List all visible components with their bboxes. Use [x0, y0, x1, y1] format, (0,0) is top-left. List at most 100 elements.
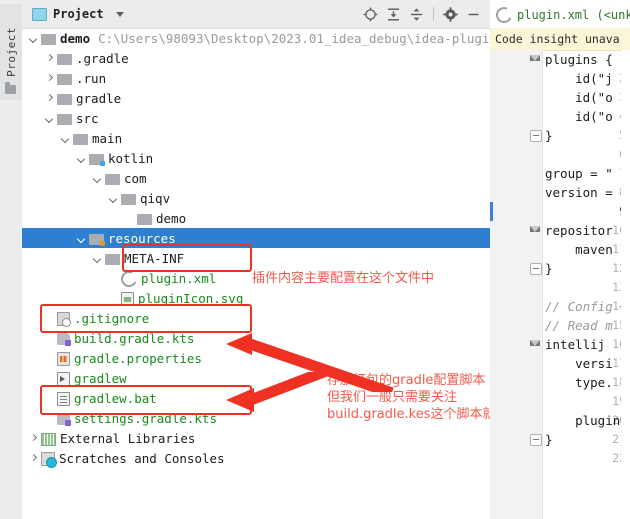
tool-tab-project-label: Project — [4, 27, 18, 77]
project-title-group[interactable]: Project — [32, 7, 124, 21]
collapse-all-icon[interactable] — [406, 4, 427, 25]
tree-arrow-spacer — [44, 353, 55, 364]
code-line: id("j — [545, 71, 613, 86]
code-insight-banner: Code insight unava — [490, 28, 630, 51]
code-line: versi — [545, 356, 613, 371]
tree-row[interactable]: com — [22, 168, 490, 188]
tree-row-label: src — [76, 110, 99, 126]
xml-plugin-icon — [493, 4, 515, 26]
folder-module-icon — [41, 33, 56, 45]
tree-row[interactable]: .run — [22, 68, 490, 88]
code-line: type. — [545, 375, 613, 390]
gear-icon[interactable] — [440, 4, 461, 25]
editor-scrollbar[interactable] — [621, 50, 630, 519]
tree-row[interactable]: gradle.properties — [22, 348, 490, 368]
tree-row[interactable]: main — [22, 128, 490, 148]
tree-row-label: .run — [76, 70, 107, 86]
tree-row[interactable]: Scratches and Consoles — [22, 448, 490, 468]
fold-expanded-icon[interactable] — [530, 54, 540, 64]
tree-row[interactable]: META-INF — [22, 248, 490, 268]
xml-plugin-icon — [118, 268, 140, 289]
chevron-right-icon[interactable] — [28, 453, 39, 464]
tree-row[interactable]: External Libraries — [22, 428, 490, 448]
tree-row-label: External Libraries — [60, 430, 196, 446]
svg-image-icon — [121, 291, 134, 306]
minimize-icon[interactable] — [463, 4, 484, 25]
annotation-gradle-line2: 但我们一般只需要关注 — [327, 390, 458, 405]
fold-expanded-icon[interactable] — [530, 339, 540, 349]
tree-row[interactable]: kotlin — [22, 148, 490, 168]
annotation-plugin-xml-text: 插件内容主要配置在这个文件中 — [252, 271, 435, 286]
tree-row[interactable]: pluginIcon.svg — [22, 288, 490, 308]
fold-collapse-icon[interactable] — [530, 434, 542, 446]
tree-row[interactable]: build.gradle.kts — [22, 328, 490, 348]
code-line: } — [545, 261, 553, 276]
fold-collapse-icon[interactable] — [530, 263, 542, 275]
code-editor: plugin.xml (<unk Code insight unava 1plu… — [490, 0, 630, 519]
tree-row-label: kotlin — [108, 150, 154, 166]
expand-all-icon[interactable] — [383, 4, 404, 25]
tree-row[interactable]: src — [22, 108, 490, 128]
chevron-down-icon[interactable] — [44, 113, 55, 124]
caret-line-marker — [490, 202, 493, 221]
tree-arrow-spacer — [44, 413, 55, 424]
tool-window-strip: Project — [0, 0, 24, 519]
tree-row-label: gradlew.bat — [74, 390, 157, 406]
tree-row[interactable]: gradle — [22, 88, 490, 108]
chevron-down-icon[interactable] — [92, 253, 103, 264]
folder-icon — [137, 213, 152, 225]
code-line: // Read m — [545, 318, 613, 333]
chevron-down-icon[interactable] — [76, 153, 87, 164]
tree-row-label: .gitignore — [74, 310, 150, 326]
code-line: repositor — [545, 223, 613, 238]
chevron-right-icon[interactable] — [44, 93, 55, 104]
annotation-plugin-xml: 插件内容主要配置在这个文件中 — [252, 270, 434, 287]
folder-icon — [57, 93, 72, 105]
tree-arrow-spacer — [108, 293, 119, 304]
tree-row[interactable]: demo — [22, 208, 490, 228]
editor-tab-plugin-xml[interactable]: plugin.xml (<unk — [490, 0, 630, 29]
chevron-right-icon[interactable] — [44, 73, 55, 84]
tree-row[interactable]: demo C:\Users\98093\Desktop\2023.01_idea_… — [22, 28, 490, 48]
chevron-down-icon[interactable] — [60, 133, 71, 144]
fold-collapse-icon[interactable] — [530, 130, 542, 142]
code-line: maven — [545, 242, 613, 257]
chevron-right-icon[interactable] — [28, 433, 39, 444]
tree-row-label: Scratches and Consoles — [59, 450, 225, 466]
tree-row[interactable]: resources — [22, 228, 490, 248]
tree-row[interactable]: qiqv — [22, 188, 490, 208]
tree-row[interactable]: .gradle — [22, 48, 490, 68]
editor-tab-label: plugin.xml (<unk — [517, 8, 630, 22]
code-line: plugins { — [545, 52, 613, 67]
tree-row-label: demo — [60, 30, 91, 46]
chevron-down-icon[interactable] — [28, 33, 39, 44]
code-line: group = " — [545, 166, 613, 181]
locate-icon[interactable] — [360, 4, 381, 25]
tree-row[interactable]: .gitignore — [22, 308, 490, 328]
tree-row-label: gradle — [76, 90, 122, 106]
folder-icon — [105, 173, 120, 185]
code-line: // Config — [545, 299, 613, 314]
editor-body[interactable]: 1plugins {2 id("j3 id("o4 id("o5}67group… — [490, 50, 630, 519]
code-line: id("o — [545, 90, 613, 105]
tree-row-label: META-INF — [124, 250, 185, 266]
chevron-right-icon[interactable] — [44, 53, 55, 64]
tree-row-label: resources — [108, 230, 176, 246]
annotation-gradle-line1: 存放打包的gradle配置脚本 — [327, 373, 486, 388]
tree-row-label: demo — [156, 210, 187, 226]
tool-tab-project[interactable]: Project — [0, 4, 24, 100]
folder-source-icon — [89, 153, 105, 166]
tree-row-label: pluginIcon.svg — [138, 290, 244, 306]
project-window-icon — [32, 7, 47, 21]
chevron-down-icon[interactable] — [92, 173, 103, 184]
tree-row-label: plugin.xml — [141, 270, 217, 286]
page-title: Project — [53, 7, 104, 21]
chevron-down-icon[interactable] — [108, 193, 119, 204]
annotation-gradle-line3: build.gradle.kes这个脚本就行 — [327, 407, 509, 422]
folder-icon — [73, 133, 88, 145]
code-folding-gutter[interactable] — [528, 50, 543, 519]
chevron-down-icon[interactable] — [76, 233, 87, 244]
code-insight-banner-text: Code insight unava — [495, 32, 620, 46]
fold-expanded-icon[interactable] — [530, 225, 540, 235]
chevron-down-icon[interactable] — [115, 11, 124, 17]
